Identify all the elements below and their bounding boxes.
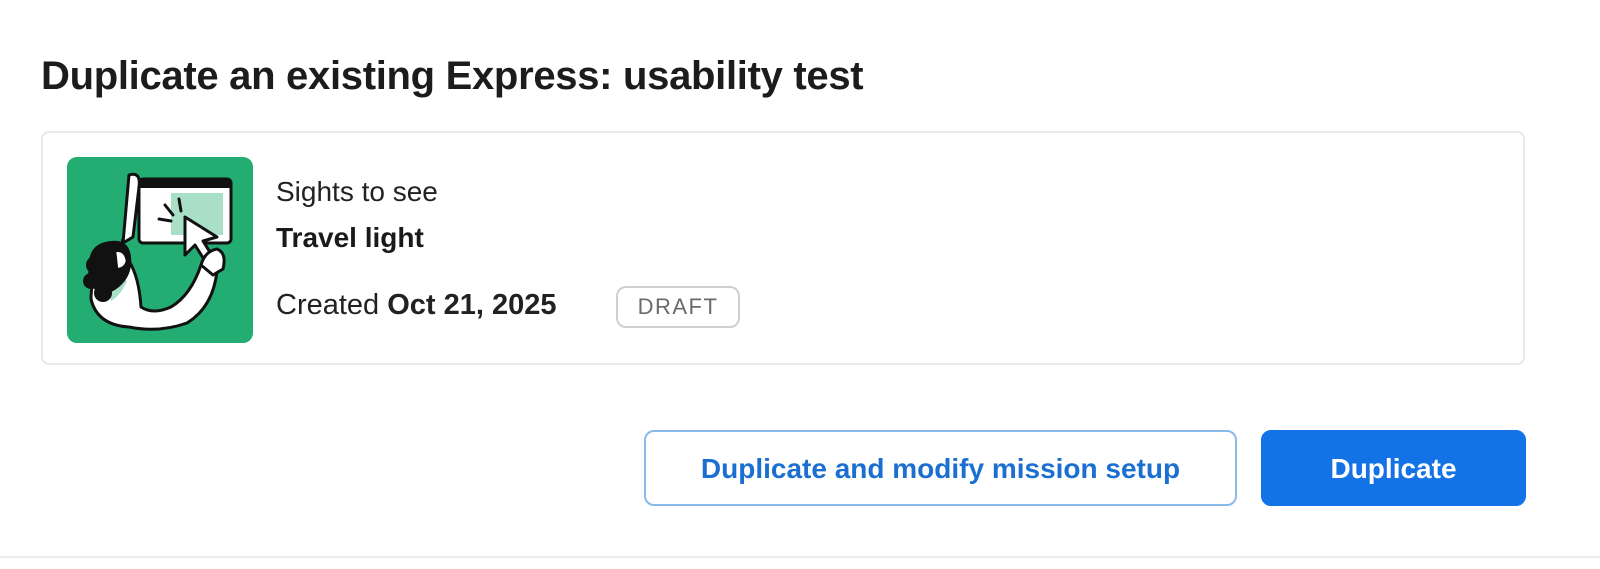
person-clicking-screen-icon xyxy=(83,172,233,331)
mission-name: Travel light xyxy=(276,222,424,253)
created-label: Created xyxy=(276,289,380,321)
mission-created: Created Oct 21, 2025 xyxy=(276,288,557,322)
duplicate-and-modify-button[interactable]: Duplicate and modify mission setup xyxy=(644,430,1237,506)
created-date: Oct 21, 2025 xyxy=(387,289,557,321)
mission-thumbnail xyxy=(67,157,253,343)
duplicate-dialog: Duplicate an existing Express: usability… xyxy=(0,0,1600,569)
mission-kicker: Sights to see xyxy=(276,176,438,207)
mission-card: Sights to see Travel light Created Oct 2… xyxy=(41,131,1525,365)
status-badge: DRAFT xyxy=(616,286,740,328)
page-title: Duplicate an existing Express: usability… xyxy=(41,54,864,98)
duplicate-button[interactable]: Duplicate xyxy=(1261,430,1526,506)
divider xyxy=(0,556,1600,558)
